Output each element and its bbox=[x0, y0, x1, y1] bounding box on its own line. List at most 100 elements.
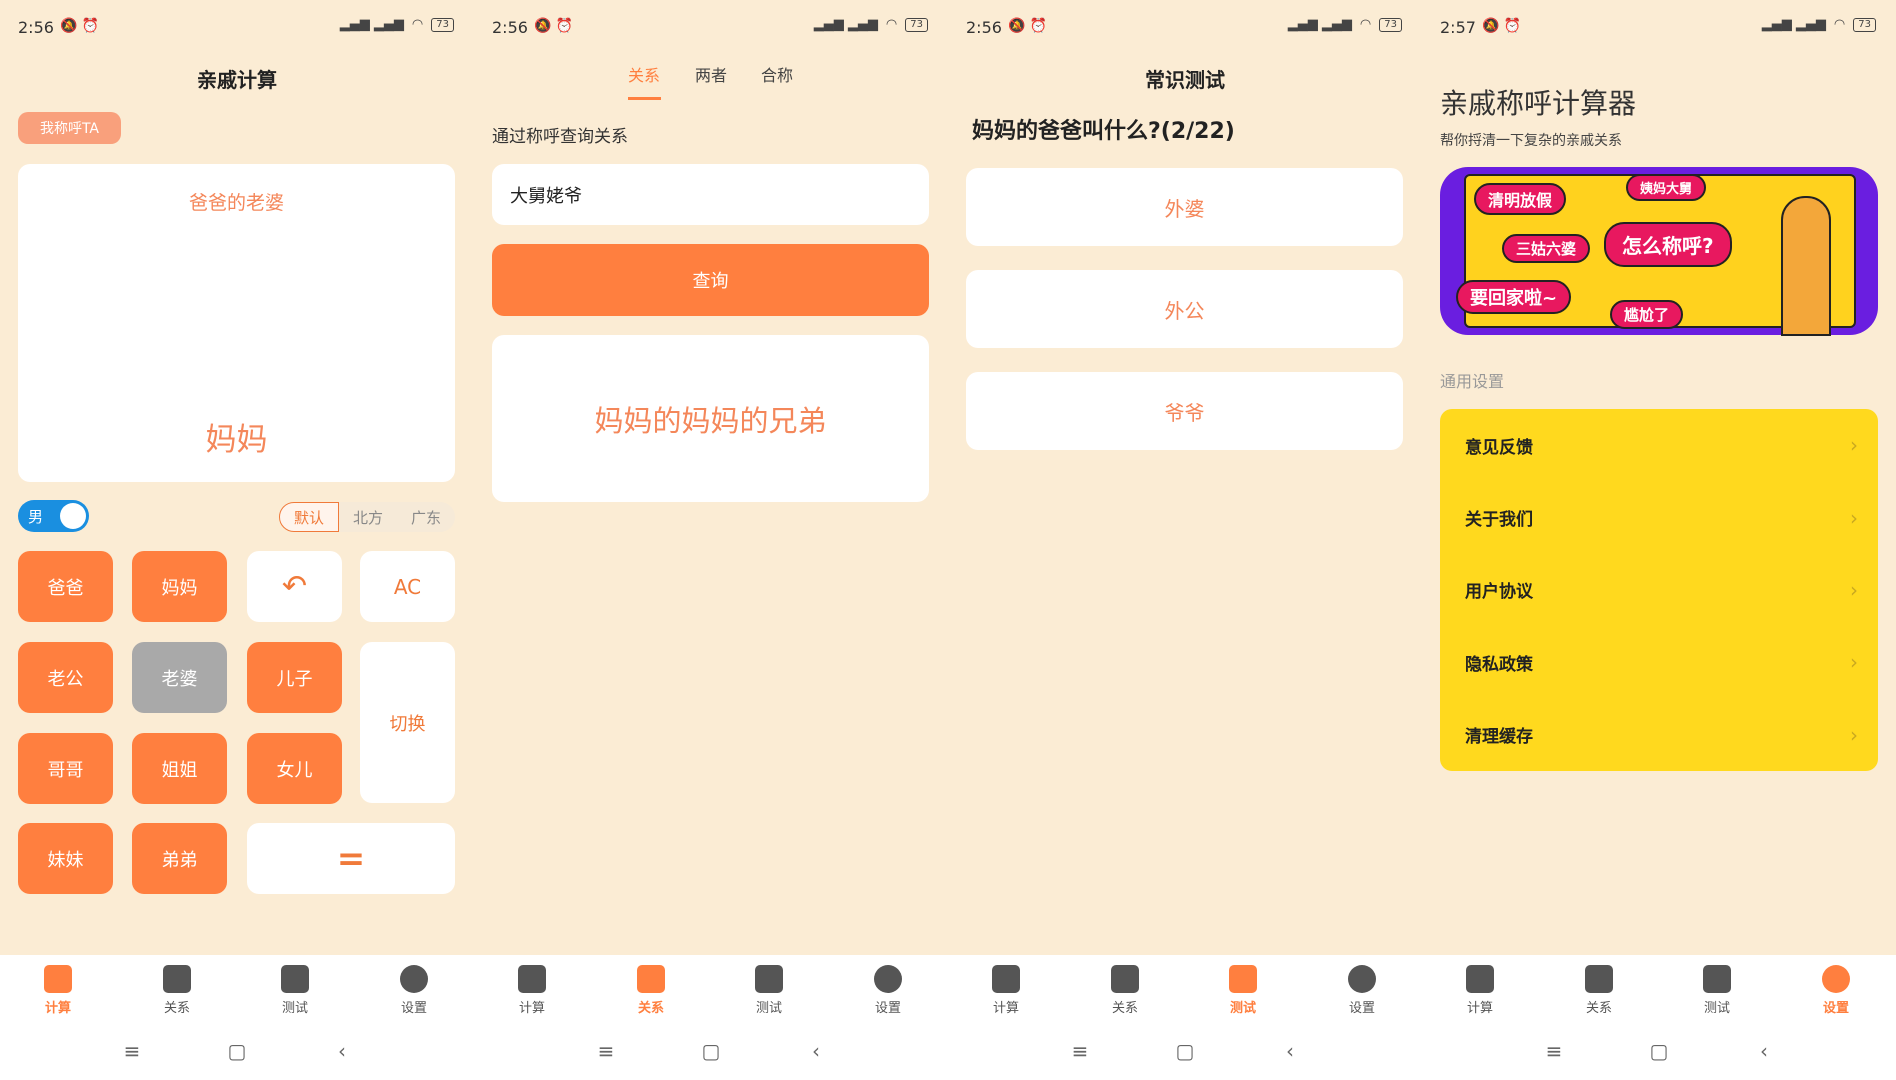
nav-tab-2[interactable]: 测试 bbox=[1203, 965, 1283, 1016]
dialect-north[interactable]: 北方 bbox=[339, 502, 397, 532]
mode-button[interactable]: 我称呼TA bbox=[18, 112, 121, 144]
nav-tab-1[interactable]: 关系 bbox=[137, 965, 217, 1016]
nav-tab-0[interactable]: 计算 bbox=[966, 965, 1046, 1016]
settings-item-privacy[interactable]: 隐私政策 › bbox=[1440, 626, 1878, 698]
nav-tab-1[interactable]: 关系 bbox=[1559, 965, 1639, 1016]
nav-tab-label: 关系 bbox=[163, 1001, 190, 1016]
key-jiejie[interactable]: 姐姐 bbox=[132, 733, 227, 804]
battery-icon: 73 bbox=[1379, 17, 1402, 32]
nav-tab-2[interactable]: 测试 bbox=[255, 965, 335, 1016]
status-bar: 2:57 🔕 ⏰ ▂▄▆ ▂▄▆ ◠ 73 bbox=[1422, 14, 1896, 44]
menu-icon[interactable]: ≡ bbox=[1065, 1039, 1095, 1063]
quiz-option[interactable]: 爷爷 bbox=[966, 372, 1403, 450]
quiz-option[interactable]: 外婆 bbox=[966, 168, 1403, 246]
bottom-nav: 计算 关系 测试 设置 ≡ ▢ ‹ bbox=[0, 955, 474, 1080]
home-icon[interactable]: ▢ bbox=[696, 1039, 726, 1063]
settings-item-feedback[interactable]: 意见反馈 › bbox=[1440, 409, 1878, 481]
nav-tab-0[interactable]: 计算 bbox=[492, 965, 572, 1016]
back-icon[interactable]: ‹ bbox=[1275, 1039, 1305, 1063]
battery-icon: 73 bbox=[1853, 17, 1876, 32]
dialect-guangdong[interactable]: 广东 bbox=[397, 502, 455, 532]
settings-item-about[interactable]: 关于我们 › bbox=[1440, 481, 1878, 553]
chevron-right-icon: › bbox=[1850, 577, 1858, 602]
key-didi[interactable]: 弟弟 bbox=[132, 823, 227, 894]
tab-collective[interactable]: 合称 bbox=[747, 62, 807, 86]
status-icons: 🔕 ⏰ bbox=[60, 18, 100, 34]
menu-icon[interactable]: ≡ bbox=[591, 1039, 621, 1063]
nav-tab-2[interactable]: 测试 bbox=[1677, 965, 1757, 1016]
nav-tab-2[interactable]: 测试 bbox=[729, 965, 809, 1016]
key-laopo[interactable]: 老婆 bbox=[132, 642, 227, 713]
victory-hand-icon bbox=[1781, 196, 1831, 336]
gender-label: 男 bbox=[28, 508, 44, 526]
key-nver[interactable]: 女儿 bbox=[247, 733, 342, 804]
toggle-knob bbox=[60, 503, 86, 529]
appellation-input[interactable]: 大舅姥爷 bbox=[492, 164, 929, 225]
house-icon bbox=[518, 965, 546, 993]
nav-tab-3[interactable]: 设置 bbox=[848, 965, 928, 1016]
tab-relation[interactable]: 关系 bbox=[614, 62, 674, 86]
nav-tab-3[interactable]: 设置 bbox=[1796, 965, 1876, 1016]
people-icon bbox=[1111, 965, 1139, 993]
quiz-screen: 2:56 🔕 ⏰ ▂▄▆ ▂▄▆ ◠ 73 常识测试 妈妈的爸爸叫什么?(2/22) 外… bbox=[948, 0, 1422, 1080]
quiz-question: 妈妈的爸爸叫什么?(2/22) bbox=[972, 119, 1235, 144]
nav-tab-1[interactable]: 关系 bbox=[1085, 965, 1165, 1016]
key-switch[interactable]: 切换 bbox=[360, 642, 455, 803]
nav-tab-0[interactable]: 计算 bbox=[1440, 965, 1520, 1016]
nav-tab-label: 测试 bbox=[281, 1001, 308, 1016]
status-right: ▂▄▆ ▂▄▆ ◠ 73 bbox=[814, 17, 928, 32]
back-icon[interactable]: ‹ bbox=[801, 1039, 831, 1063]
people-icon bbox=[1585, 965, 1613, 993]
item-label: 意见反馈 bbox=[1465, 437, 1533, 458]
settings-screen: 2:57 🔕 ⏰ ▂▄▆ ▂▄▆ ◠ 73 亲戚称呼计算器 帮你捋清一下复杂的亲戚关系 … bbox=[1422, 0, 1896, 1080]
nav-tab-0[interactable]: 计算 bbox=[18, 965, 98, 1016]
back-icon[interactable]: ‹ bbox=[1749, 1039, 1779, 1063]
calc-screen: 2:56 🔕 ⏰ ▂▄▆ ▂▄▆ ◠ 73 亲戚计算 我称呼TA 爸爸的老婆 妈妈 男 … bbox=[0, 0, 474, 1080]
nav-tab-label: 关系 bbox=[1585, 1001, 1612, 1016]
signal-icon: ▂▄▆ ▂▄▆ bbox=[813, 17, 878, 32]
item-label: 隐私政策 bbox=[1465, 654, 1533, 675]
back-icon[interactable]: ‹ bbox=[327, 1039, 357, 1063]
home-icon[interactable]: ▢ bbox=[222, 1039, 252, 1063]
expression-text: 爸爸的老婆 bbox=[188, 192, 284, 214]
query-button[interactable]: 查询 bbox=[492, 244, 929, 316]
nav-tab-3[interactable]: 设置 bbox=[374, 965, 454, 1016]
key-baba[interactable]: 爸爸 bbox=[18, 551, 113, 622]
nav-tab-1[interactable]: 关系 bbox=[611, 965, 691, 1016]
tab-both[interactable]: 两者 bbox=[681, 62, 741, 86]
bottom-nav: 计算 关系 测试 设置 ≡ ▢ ‹ bbox=[474, 955, 948, 1080]
house-icon bbox=[992, 965, 1020, 993]
result-text: 妈妈 bbox=[205, 422, 268, 458]
dialect-default[interactable]: 默认 bbox=[279, 502, 339, 532]
banner-bubble: 怎么称呼? bbox=[1604, 222, 1732, 267]
hexagon-nut-icon bbox=[1822, 965, 1850, 993]
undo-icon[interactable]: ↶ bbox=[247, 551, 342, 622]
key-equals[interactable]: = bbox=[247, 823, 455, 894]
home-icon[interactable]: ▢ bbox=[1170, 1039, 1200, 1063]
nav-tab-label: 设置 bbox=[874, 1001, 901, 1016]
gender-toggle[interactable]: 男 bbox=[18, 500, 89, 532]
menu-icon[interactable]: ≡ bbox=[117, 1039, 147, 1063]
calc-display: 爸爸的老婆 妈妈 bbox=[18, 164, 455, 482]
key-laogong[interactable]: 老公 bbox=[18, 642, 113, 713]
wifi-icon: ◠ bbox=[885, 17, 898, 32]
wifi-icon: ◠ bbox=[411, 17, 424, 32]
house-icon bbox=[44, 965, 72, 993]
key-erzi[interactable]: 儿子 bbox=[247, 642, 342, 713]
key-meimei[interactable]: 妹妹 bbox=[18, 823, 113, 894]
key-ac[interactable]: AC bbox=[360, 551, 455, 622]
menu-icon[interactable]: ≡ bbox=[1539, 1039, 1569, 1063]
home-icon[interactable]: ▢ bbox=[1644, 1039, 1674, 1063]
key-mama[interactable]: 妈妈 bbox=[132, 551, 227, 622]
nav-tab-label: 计算 bbox=[518, 1001, 545, 1016]
banner[interactable]: 清明放假 姨妈大舅 三姑六婆 怎么称呼? 要回家啦~ 尴尬了 bbox=[1440, 167, 1878, 336]
signal-icon: ▂▄▆ ▂▄▆ bbox=[1287, 17, 1352, 32]
banner-bubble: 要回家啦~ bbox=[1456, 280, 1572, 314]
dialect-segment: 默认 北方 广东 bbox=[279, 502, 455, 532]
settings-item-agreement[interactable]: 用户协议 › bbox=[1440, 554, 1878, 626]
quiz-option[interactable]: 外公 bbox=[966, 270, 1403, 348]
app-subtitle: 帮你捋清一下复杂的亲戚关系 bbox=[1440, 133, 1622, 149]
key-gege[interactable]: 哥哥 bbox=[18, 733, 113, 804]
settings-item-clear-cache[interactable]: 清理缓存 › bbox=[1440, 699, 1878, 771]
nav-tab-3[interactable]: 设置 bbox=[1322, 965, 1402, 1016]
